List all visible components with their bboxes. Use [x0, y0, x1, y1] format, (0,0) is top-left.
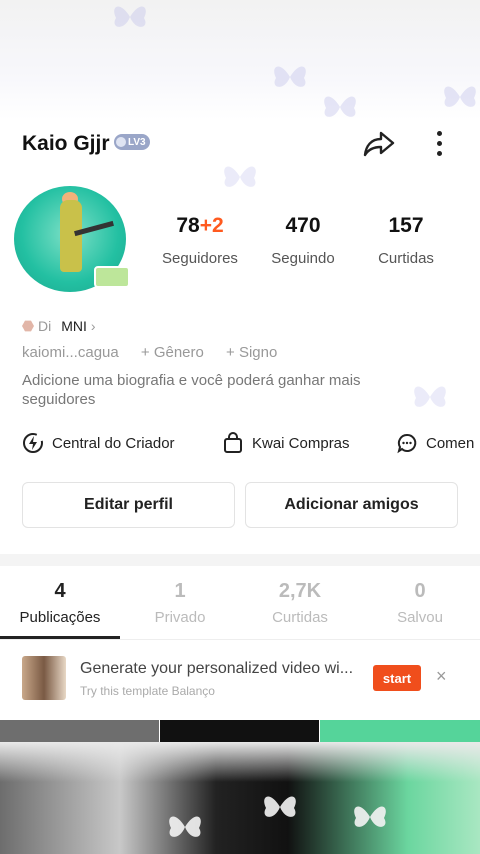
profile-header: Kaio Gjjr LV3	[0, 118, 480, 170]
tab-posts-label: Publicações	[19, 609, 101, 626]
add-gender-link[interactable]: + Gênero	[141, 344, 204, 361]
avatar-badge	[94, 266, 130, 288]
tag-text: Di	[38, 318, 52, 334]
following-count: 470	[285, 214, 321, 237]
tab-saved-label: Salvou	[397, 609, 443, 626]
level-badge[interactable]: LV3	[114, 134, 150, 150]
tab-likes[interactable]: 2,7K Curtidas	[240, 580, 360, 626]
level-label: LV3	[128, 136, 146, 148]
shopping-bag-icon	[224, 432, 242, 453]
stat-likes[interactable]: 157 Curtidas	[356, 214, 456, 267]
comments-label: Comen	[426, 434, 475, 452]
butterfly-decoration-icon	[354, 806, 386, 827]
start-button[interactable]: start	[373, 665, 421, 691]
bottom-fade	[0, 742, 480, 782]
likes-label: Curtidas	[378, 250, 434, 267]
tab-likes-label: Curtidas	[272, 609, 328, 626]
template-banner[interactable]: Generate your personalized video wi... T…	[0, 648, 480, 710]
likes-count: 157	[388, 214, 424, 237]
banner-title: Generate your personalized video wi...	[80, 660, 354, 677]
tab-private[interactable]: 1 Privado	[120, 580, 240, 626]
more-options-icon[interactable]	[426, 126, 452, 160]
template-thumbnail	[22, 656, 66, 700]
following-label: Seguindo	[271, 250, 335, 267]
tab-saved-count: 0	[414, 580, 426, 602]
active-tab-indicator	[0, 636, 120, 639]
butterfly-decoration-icon	[169, 816, 201, 837]
kwai-shop-shortcut[interactable]: Kwai Compras	[222, 432, 350, 454]
top-blurred-background	[0, 0, 480, 120]
profile-tabs: 4 Publicações 1 Privado 2,7K Curtidas 0 …	[0, 566, 480, 640]
followers-number: 78	[176, 214, 200, 237]
butterfly-decoration-icon	[444, 86, 476, 107]
tab-likes-count: 2,7K	[278, 580, 322, 602]
kwai-shop-label: Kwai Compras	[252, 434, 350, 452]
profile-info-row: kaiomi...cagua + Gênero + Signo	[22, 344, 295, 361]
profile-tag[interactable]: Di MNI ›	[22, 318, 96, 334]
add-friends-button[interactable]: Adicionar amigos	[245, 482, 458, 528]
avatar-figure	[60, 200, 82, 272]
butterfly-decoration-icon	[274, 66, 306, 87]
stat-following[interactable]: 470 Seguindo	[253, 214, 353, 267]
section-divider	[0, 554, 480, 566]
comment-bubble-icon	[397, 433, 417, 454]
level-gem-icon	[116, 137, 126, 147]
tab-saved[interactable]: 0 Salvou	[360, 580, 480, 626]
comments-shortcut[interactable]: Comen	[396, 432, 474, 454]
profile-username: Kaio Gjjr	[22, 132, 110, 155]
edit-profile-button[interactable]: Editar perfil	[22, 482, 235, 528]
add-sign-link[interactable]: + Signo	[226, 344, 277, 361]
lightning-circle-icon	[23, 433, 43, 453]
butterfly-decoration-icon	[264, 796, 296, 817]
chevron-right-icon: ›	[90, 318, 96, 334]
followers-label: Seguidores	[162, 250, 238, 267]
bio-text[interactable]: Adicione uma biografia e você poderá gan…	[22, 371, 422, 409]
close-icon[interactable]: ×	[436, 666, 447, 687]
tab-posts-count: 4	[54, 580, 66, 602]
handle-text: kaiomi...cagua	[22, 344, 119, 361]
tag-mn: MNI	[61, 318, 87, 334]
stat-followers[interactable]: 78+2 Seguidores	[150, 214, 250, 267]
creator-center-label: Central do Criador	[52, 434, 175, 452]
followers-count: 78+2	[150, 214, 250, 240]
tab-private-count: 1	[174, 580, 186, 602]
banner-subtitle: Try this template Balanço	[80, 684, 215, 698]
creator-center-shortcut[interactable]: Central do Criador	[22, 432, 175, 454]
share-icon[interactable]	[362, 126, 396, 160]
followers-new-count: +2	[199, 214, 224, 237]
butterfly-decoration-icon	[114, 6, 146, 27]
shortcuts-bar: Central do Criador Kwai Compras Comen	[0, 430, 480, 460]
tab-posts[interactable]: 4 Publicações	[0, 580, 120, 626]
tab-private-label: Privado	[154, 609, 206, 626]
hexagon-icon	[22, 320, 34, 332]
